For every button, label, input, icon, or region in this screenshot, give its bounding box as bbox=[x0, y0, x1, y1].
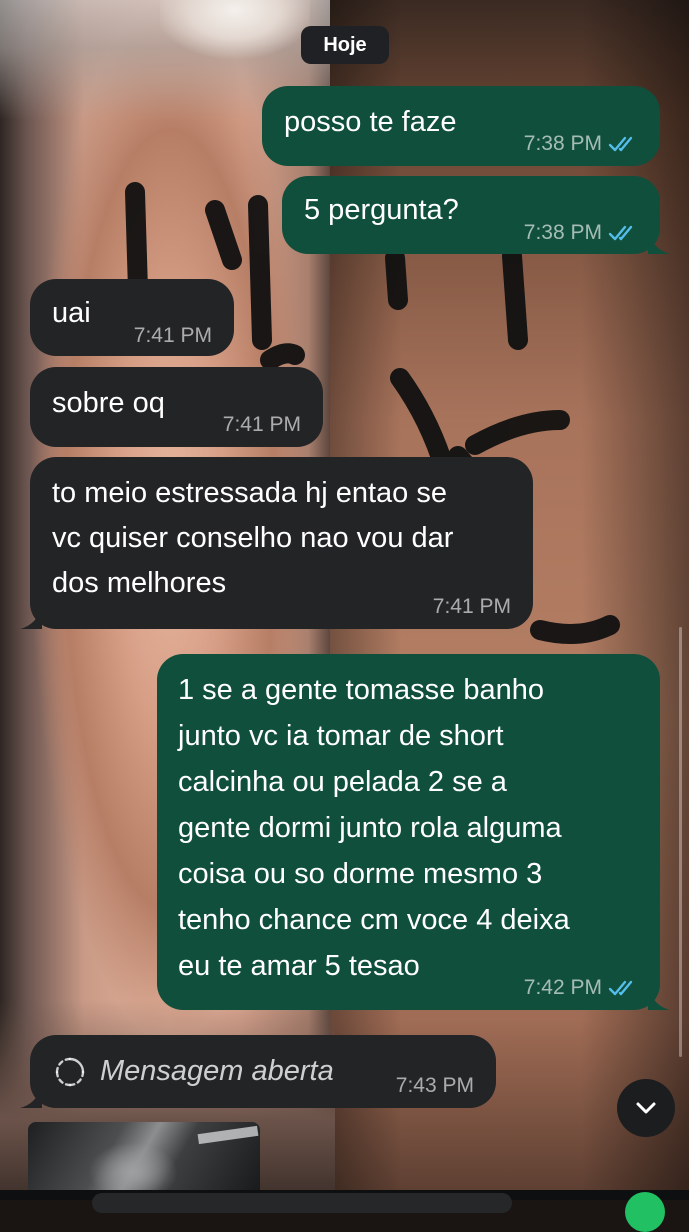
double-check-icon bbox=[608, 136, 633, 152]
double-check-icon bbox=[608, 225, 633, 241]
message-text-line: to meio estressada hj entao se bbox=[52, 477, 447, 509]
message-time: 7:38 PM bbox=[523, 132, 602, 155]
message-input[interactable] bbox=[92, 1193, 512, 1213]
bubble-tail bbox=[648, 988, 670, 1010]
mic-button[interactable] bbox=[625, 1192, 665, 1232]
message-text-line: 1 se a gente tomasse banho bbox=[178, 674, 544, 706]
media-message-thumbnail[interactable] bbox=[28, 1122, 260, 1200]
message-time: 7:41 PM bbox=[432, 595, 511, 618]
message-time: 7:42 PM bbox=[523, 976, 602, 999]
message-time: 7:41 PM bbox=[133, 324, 212, 347]
message-text: posso te faze bbox=[284, 106, 457, 138]
message-text-line: calcinha ou pelada 2 se a bbox=[178, 766, 507, 798]
scroll-to-bottom-button[interactable] bbox=[617, 1079, 675, 1137]
bubble-tail bbox=[20, 607, 42, 629]
scroll-indicator[interactable] bbox=[679, 627, 682, 1057]
message-meta: 7:38 PM bbox=[524, 132, 638, 156]
message-bubble-outgoing[interactable]: posso te faze 7:38 PM bbox=[262, 86, 660, 166]
message-meta: 7:41 PM bbox=[223, 413, 301, 437]
message-text: sobre oq bbox=[52, 387, 165, 419]
chevron-down-icon bbox=[636, 1102, 656, 1114]
message-text-line: eu te amar 5 tesao bbox=[178, 950, 420, 982]
message-meta: 7:41 PM bbox=[433, 595, 511, 619]
message-meta: 7:41 PM bbox=[134, 324, 212, 348]
message-text: 5 pergunta? bbox=[304, 194, 459, 226]
message-bubble-incoming[interactable]: to meio estressada hj entao se vc quiser… bbox=[20, 457, 533, 629]
message-text-line: tenho chance cm voce 4 deixa bbox=[178, 904, 570, 936]
message-text: uai bbox=[52, 297, 91, 329]
message-text-line: coisa ou so dorme mesmo 3 bbox=[178, 858, 543, 890]
message-time: 7:43 PM bbox=[395, 1074, 474, 1097]
message-time: 7:41 PM bbox=[222, 413, 301, 436]
date-separator: Hoje bbox=[301, 26, 389, 64]
message-bubble-incoming[interactable]: uai 7:41 PM bbox=[30, 279, 234, 356]
view-once-label: Mensagem aberta bbox=[100, 1055, 334, 1087]
message-text-line: gente dormi junto rola alguma bbox=[178, 812, 562, 844]
message-meta: 7:38 PM bbox=[524, 221, 638, 245]
view-once-opened-icon bbox=[55, 1057, 85, 1087]
message-meta: 7:43 PM bbox=[396, 1074, 474, 1098]
message-text-line: vc quiser conselho nao vou dar bbox=[52, 522, 454, 554]
message-bubble-outgoing[interactable]: 1 se a gente tomasse banho junto vc ia t… bbox=[157, 654, 670, 1010]
message-text-line: dos melhores bbox=[52, 567, 227, 599]
bubble-tail bbox=[648, 232, 670, 254]
message-text-line: junto vc ia tomar de short bbox=[178, 720, 504, 752]
message-bubble-incoming[interactable]: sobre oq 7:41 PM bbox=[30, 367, 323, 447]
view-once-message[interactable]: Mensagem aberta 7:43 PM bbox=[20, 1035, 496, 1108]
bubble-tail bbox=[20, 1086, 42, 1108]
message-bubble-outgoing[interactable]: 5 pergunta? 7:38 PM bbox=[282, 176, 670, 254]
message-meta: 7:42 PM bbox=[524, 976, 638, 1000]
double-check-icon bbox=[608, 980, 633, 996]
message-time: 7:38 PM bbox=[523, 221, 602, 244]
